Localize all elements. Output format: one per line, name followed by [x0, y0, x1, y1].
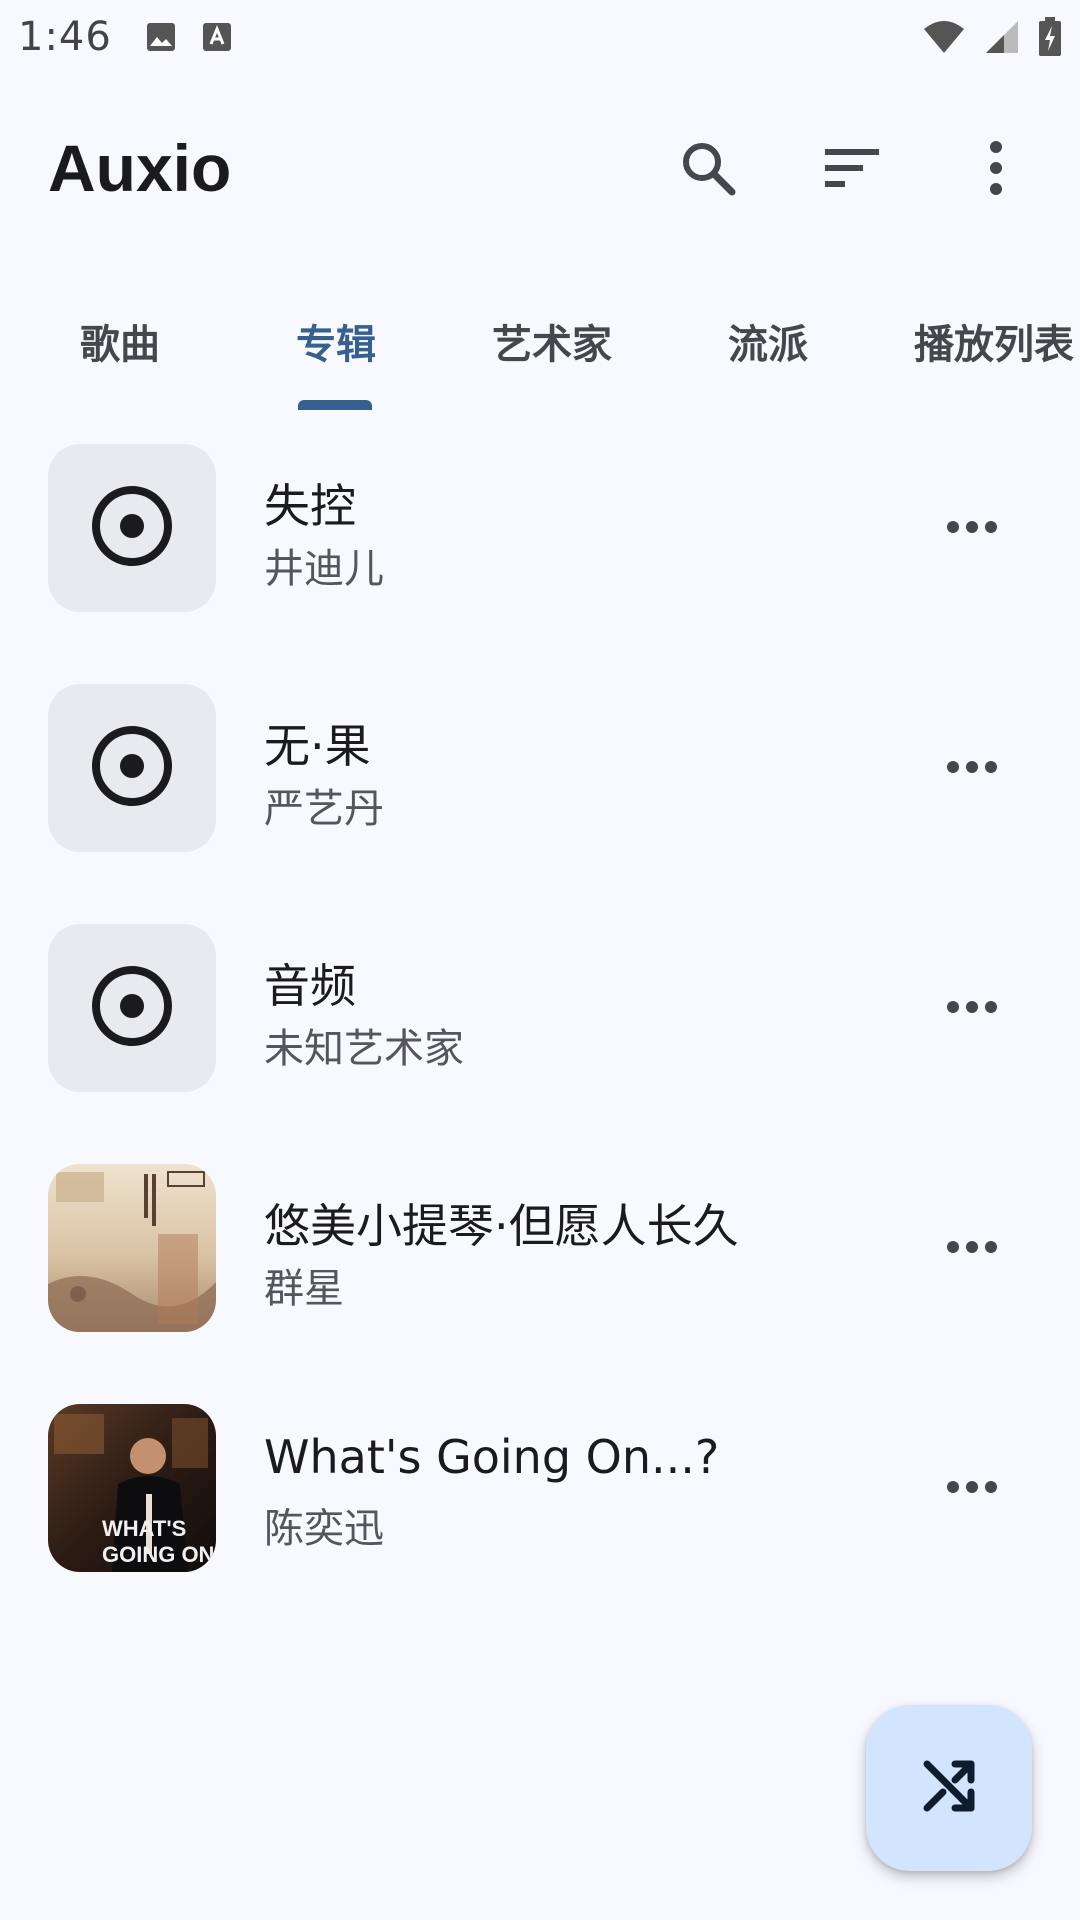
album-art-text: WHAT'S GOING ON...?	[102, 1516, 216, 1567]
album-cover	[48, 924, 216, 1092]
more-horiz-icon	[946, 1239, 998, 1258]
tab-label: 播放列表	[914, 322, 1074, 368]
album-title: 失控	[264, 479, 356, 533]
album-cover: WHAT'S GOING ON...?	[48, 1404, 216, 1572]
album-menu-button[interactable]	[930, 486, 1014, 570]
tab-label: 专辑	[296, 322, 376, 368]
album-menu-button[interactable]	[930, 726, 1014, 810]
album-cover	[48, 684, 216, 852]
album-cover	[48, 444, 216, 612]
album-artist: 未知艺术家	[264, 1026, 464, 1072]
search-button[interactable]	[666, 128, 750, 212]
wifi-icon	[922, 19, 966, 55]
album-art	[48, 1164, 216, 1332]
album-title: What's Going On...?	[264, 1430, 720, 1484]
more-options-button[interactable]	[954, 128, 1038, 212]
shuffle-all-button[interactable]	[866, 1705, 1032, 1871]
screen: 1:46 Auxio 歌曲 专辑 艺术家 流派 播放列表 失控 井迪儿 无·果 …	[0, 0, 1080, 1920]
more-horiz-icon	[946, 1479, 998, 1498]
font-icon	[202, 22, 232, 52]
disc-placeholder-icon	[90, 724, 174, 812]
sort-icon	[822, 146, 882, 194]
status-bar: 1:46	[0, 0, 1080, 74]
image-icon	[146, 22, 176, 52]
svg-text:GOING ON...?: GOING ON...?	[102, 1542, 216, 1567]
album-cover	[48, 1164, 216, 1332]
list-item[interactable]: 无·果 严艺丹	[0, 670, 1080, 910]
app-title: Auxio	[48, 131, 232, 205]
svg-text:WHAT'S: WHAT'S	[102, 1516, 186, 1541]
more-horiz-icon	[946, 999, 998, 1018]
sort-button[interactable]	[810, 128, 894, 212]
shuffle-icon	[917, 1754, 981, 1822]
album-menu-button[interactable]	[930, 966, 1014, 1050]
list-item[interactable]: 音频 未知艺术家	[0, 910, 1080, 1150]
tab-bar: 歌曲 专辑 艺术家 流派 播放列表	[0, 290, 1080, 410]
list-item[interactable]: WHAT'S GOING ON...? What's Going On...? …	[0, 1390, 1080, 1630]
list-item[interactable]: 失控 井迪儿	[0, 430, 1080, 670]
list-item[interactable]: 悠美小提琴·但愿人长久 群星	[0, 1150, 1080, 1390]
signal-icon	[984, 19, 1020, 55]
battery-charging-icon	[1038, 17, 1062, 57]
more-horiz-icon	[946, 759, 998, 778]
album-artist: 井迪儿	[264, 546, 384, 592]
more-horiz-icon	[946, 519, 998, 538]
album-title: 音频	[264, 959, 356, 1013]
album-title: 无·果	[264, 719, 371, 773]
disc-placeholder-icon	[90, 964, 174, 1052]
tab-label: 艺术家	[492, 322, 612, 368]
album-title: 悠美小提琴·但愿人长久	[264, 1199, 739, 1253]
album-artist: 严艺丹	[264, 786, 384, 832]
album-menu-button[interactable]	[930, 1446, 1014, 1530]
album-menu-button[interactable]	[930, 1206, 1014, 1290]
album-artist: 陈奕迅	[264, 1506, 384, 1552]
status-time: 1:46	[18, 14, 112, 60]
album-artist: 群星	[264, 1266, 344, 1312]
tab-label: 歌曲	[80, 322, 160, 368]
more-vert-icon	[986, 140, 1006, 200]
app-bar: Auxio	[0, 110, 1080, 230]
tab-label: 流派	[728, 322, 808, 368]
search-icon	[678, 138, 738, 202]
tab-indicator	[298, 400, 372, 410]
disc-placeholder-icon	[90, 484, 174, 572]
